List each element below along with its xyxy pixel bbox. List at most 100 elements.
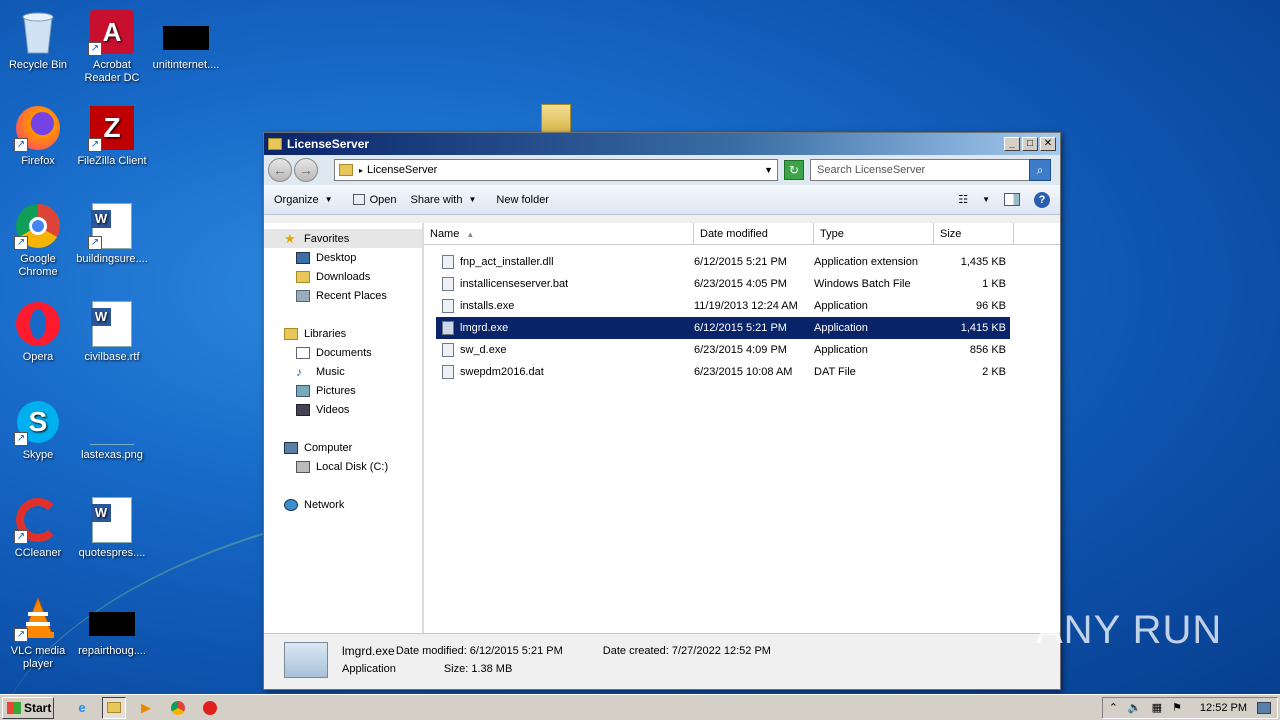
search-icon[interactable]: ⌕ xyxy=(1029,159,1051,181)
file-row[interactable]: installs.exe 11/19/2013 12:24 AM Applicati… xyxy=(436,295,1010,317)
new-folder-button[interactable]: New folder xyxy=(496,194,549,206)
folder-icon xyxy=(339,164,353,176)
desktop-icon-skype[interactable]: S ↗ Skype xyxy=(0,398,76,462)
desktop-icon-opera[interactable]: Opera xyxy=(0,300,76,364)
media-player-icon[interactable]: ▶ xyxy=(134,697,158,719)
nav-documents[interactable]: Documents xyxy=(264,343,422,362)
maximize-button[interactable]: □ xyxy=(1022,137,1038,151)
nav-label: Desktop xyxy=(316,251,357,264)
desktop-icon-acrobat[interactable]: A ↗ Acrobat Reader DC xyxy=(74,8,150,85)
help-icon[interactable]: ? xyxy=(1034,191,1050,208)
search-input[interactable]: Search LicenseServer ⌕ xyxy=(810,159,1051,181)
desktop-icon-label: VLC media player xyxy=(10,645,66,670)
nav-label: Documents xyxy=(316,346,372,359)
chrome-taskbar-icon[interactable] xyxy=(166,697,190,719)
file-list-pane[interactable]: Name ▲ Date modified Type Size fnp_act_i… xyxy=(424,223,1060,633)
clock[interactable]: 12:52 PM xyxy=(1200,702,1247,714)
action-center-flag-icon[interactable]: ⚑ xyxy=(1172,701,1182,714)
nav-recent-places[interactable]: Recent Places xyxy=(264,286,422,305)
file-row[interactable]: installicenseserver.bat 6/23/2015 4:05 PM… xyxy=(436,273,1010,295)
nav-downloads[interactable]: Downloads xyxy=(264,267,422,286)
internet-explorer-icon[interactable]: e xyxy=(70,697,94,719)
desktop-icon-recycle-bin[interactable]: Recycle Bin xyxy=(0,8,76,72)
nav-label: Downloads xyxy=(316,270,371,283)
desktop-icon-label: repairthoug.... xyxy=(78,645,146,657)
nav-network[interactable]: Network xyxy=(264,495,422,514)
file-date-cell: 6/12/2015 5:21 PM xyxy=(694,322,787,334)
back-button[interactable]: ← xyxy=(268,158,292,182)
show-desktop-icon[interactable] xyxy=(1257,701,1271,714)
desktop-icon-filezilla[interactable]: Z ↗ FileZilla Client xyxy=(74,104,150,168)
file-type-cell: Windows Batch File xyxy=(814,278,911,290)
organize-button[interactable]: Organize ▼ xyxy=(274,194,333,206)
explorer-window[interactable]: LicenseServer _ □ ✕ ← → ▸ LicenseServer … xyxy=(263,132,1061,690)
black-thumbnail-icon xyxy=(162,8,210,56)
file-size-cell: 1,435 KB xyxy=(960,256,1006,268)
desktop-icon-buildingsure[interactable]: W ↗ buildingsure.... xyxy=(74,202,150,266)
share-with-button[interactable]: Share with ▼ xyxy=(410,194,476,206)
file-icon xyxy=(442,321,454,335)
pictures-icon xyxy=(296,384,310,397)
file-name-cell: installs.exe xyxy=(436,299,694,313)
word-doc-icon: W ↗ xyxy=(88,202,136,250)
nav-pictures[interactable]: Pictures xyxy=(264,381,422,400)
desktop-icon-quotespres[interactable]: W quotespres.... xyxy=(74,496,150,560)
file-row[interactable]: lmgrd.exe 6/12/2015 5:21 PM Application 1,4… xyxy=(436,317,1010,339)
column-header-type[interactable]: Type xyxy=(814,223,934,244)
nav-music[interactable]: ♪ Music xyxy=(264,362,422,381)
view-options-icon[interactable]: ☷ xyxy=(958,193,968,206)
desktop-icon-civilbase[interactable]: W civilbase.rtf xyxy=(74,300,150,364)
desktop-icon-repairthoug[interactable]: repairthoug.... xyxy=(74,594,150,658)
desktop-icon-ccleaner[interactable]: ↗ CCleaner xyxy=(0,496,76,560)
column-header-name[interactable]: Name ▲ xyxy=(424,223,694,244)
show-hidden-icons-icon[interactable]: ⌃ xyxy=(1109,701,1118,714)
file-name: sw_d.exe xyxy=(460,344,507,356)
file-row[interactable]: sw_d.exe 6/23/2015 4:09 PM Application 856 … xyxy=(436,339,1010,361)
recycle-bin-icon xyxy=(14,8,62,56)
vlc-icon: ↗ xyxy=(14,594,62,642)
chevron-down-icon[interactable]: ▼ xyxy=(982,195,990,204)
desktop-icon-unitinternet[interactable]: unitinternet.... xyxy=(148,8,224,72)
desktop-icon-vlc[interactable]: ↗ VLC media player xyxy=(0,594,76,671)
file-name-cell: swepdm2016.dat xyxy=(436,365,694,379)
folder-icon xyxy=(268,138,282,150)
open-button[interactable]: Open xyxy=(352,194,396,206)
file-name-cell: fnp_act_installer.dll xyxy=(436,255,694,269)
minimize-button[interactable]: _ xyxy=(1004,137,1020,151)
preview-pane-icon[interactable] xyxy=(1004,193,1020,206)
windows-explorer-taskbar-icon[interactable] xyxy=(102,696,126,719)
start-button[interactable]: Start xyxy=(2,696,54,719)
address-text: LicenseServer xyxy=(367,164,438,176)
column-header-date[interactable]: Date modified xyxy=(694,223,814,244)
forward-button[interactable]: → xyxy=(294,158,318,182)
desktop-folder-icon[interactable] xyxy=(541,104,571,134)
nav-desktop[interactable]: Desktop xyxy=(264,248,422,267)
file-row[interactable]: fnp_act_installer.dll 6/12/2015 5:21 PM Ap… xyxy=(436,251,1010,273)
network-tray-icon[interactable]: ▦ xyxy=(1152,701,1162,714)
file-row[interactable]: swepdm2016.dat 6/23/2015 10:08 AM DAT File… xyxy=(436,361,1010,383)
nav-libraries[interactable]: Libraries xyxy=(264,324,422,343)
nav-local-disk[interactable]: Local Disk (C:) xyxy=(264,457,422,476)
nav-computer[interactable]: Computer xyxy=(264,438,422,457)
desktop-icon-chrome[interactable]: ↗ Google Chrome xyxy=(0,202,76,279)
desktop-icon-lastexas[interactable]: lastexas.png xyxy=(74,398,150,462)
nav-label: Libraries xyxy=(304,327,347,340)
close-button[interactable]: ✕ xyxy=(1040,137,1056,151)
nav-favorites[interactable]: ★ Favorites xyxy=(264,229,422,248)
chevron-down-icon[interactable]: ▼ xyxy=(764,165,773,175)
file-list: fnp_act_installer.dll 6/12/2015 5:21 PM Ap… xyxy=(424,251,1060,383)
window-titlebar[interactable]: LicenseServer _ □ ✕ xyxy=(264,133,1060,155)
address-bar-row: ← → ▸ LicenseServer ▼ ↻ Search LicenseSe… xyxy=(264,155,1060,185)
file-date-cell: 6/12/2015 5:21 PM xyxy=(694,256,787,268)
nav-videos[interactable]: Videos xyxy=(264,400,422,419)
column-header-size[interactable]: Size xyxy=(934,223,1014,244)
chevron-down-icon: ▼ xyxy=(324,195,333,204)
nav-label: Computer xyxy=(304,441,353,454)
opera-taskbar-icon[interactable] xyxy=(198,697,222,719)
refresh-button[interactable]: ↻ xyxy=(784,160,804,180)
nav-label: Local Disk (C:) xyxy=(316,460,389,473)
address-field[interactable]: ▸ LicenseServer ▼ xyxy=(334,159,778,181)
navigation-pane[interactable]: ★ Favorites Desktop Downloads Recent Plac… xyxy=(264,223,424,633)
volume-icon[interactable]: 🔈 xyxy=(1128,701,1142,714)
desktop-icon-firefox[interactable]: ↗ Firefox xyxy=(0,104,76,168)
